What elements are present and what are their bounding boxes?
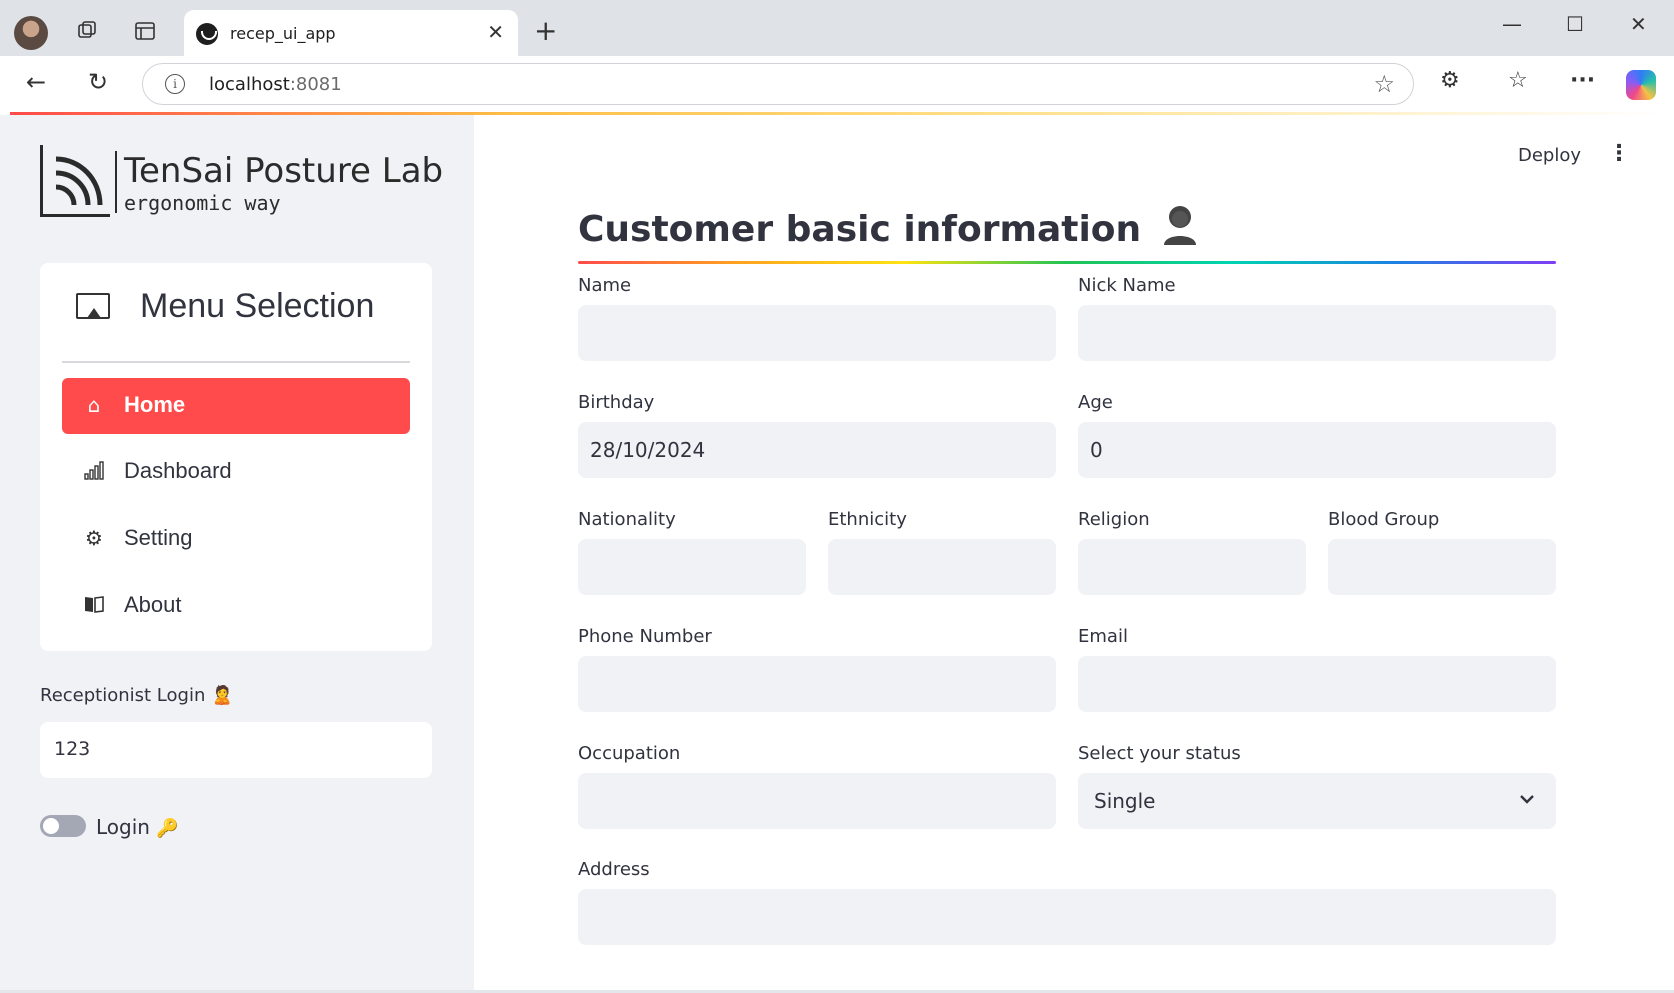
receptionist-login-label: Receptionist Login 🙎: [40, 685, 234, 706]
address-label: Address: [578, 859, 650, 880]
birthday-value: 28/10/2024: [590, 438, 706, 462]
kebab-menu-icon[interactable]: ⋮: [1608, 141, 1630, 166]
key-icon: 🔑: [156, 818, 179, 839]
vertical-tabs-icon[interactable]: [128, 14, 162, 48]
ethnicity-input[interactable]: [828, 539, 1056, 595]
menu-item-label: Dashboard: [124, 458, 232, 483]
address-input[interactable]: [578, 889, 1556, 945]
browser-tab-bar: recep_ui_app ✕ + — ☐ ✕: [0, 0, 1674, 56]
main-content: Deploy ⋮ Customer basic information Name…: [474, 115, 1664, 993]
blood-group-input[interactable]: [1328, 539, 1556, 595]
minimize-icon[interactable]: —: [1502, 12, 1522, 36]
streamlit-favicon-icon: [196, 23, 218, 45]
person-icon: [1163, 206, 1196, 245]
favorites-icon[interactable]: ☆: [1508, 68, 1528, 93]
url-field[interactable]: i localhost:8081 ☆: [142, 63, 1414, 105]
chevron-down-icon: [1518, 789, 1536, 813]
blood-group-label: Blood Group: [1328, 509, 1440, 530]
receptionist-emoji-icon: 🙎: [211, 685, 234, 706]
occupation-label: Occupation: [578, 743, 681, 764]
logo-signal-icon: [55, 156, 103, 206]
more-icon[interactable]: ···: [1570, 68, 1595, 93]
status-select[interactable]: Single: [1078, 773, 1556, 829]
close-icon[interactable]: ✕: [487, 20, 504, 44]
name-label: Name: [578, 275, 632, 296]
sidebar: TenSai Posture Lab ergonomic way Menu Se…: [0, 115, 474, 993]
nationality-input[interactable]: [578, 539, 806, 595]
new-tab-icon[interactable]: +: [534, 14, 557, 47]
page-title: Customer basic information: [578, 203, 1200, 250]
email-input[interactable]: [1078, 656, 1556, 712]
menu-item-label: About: [124, 592, 182, 617]
nickname-input[interactable]: [1078, 305, 1556, 361]
birthday-input[interactable]: 28/10/2024: [578, 422, 1056, 478]
login-toggle-label: Login 🔑: [96, 815, 179, 839]
religion-label: Religion: [1078, 509, 1150, 530]
menu-title: Menu Selection: [140, 287, 375, 325]
window-frame-right: [1664, 112, 1674, 993]
menu-divider: [62, 361, 410, 363]
menu-card: Menu Selection ⌂ Home Dashboard ⚙ Settin…: [40, 263, 432, 651]
browser-tab[interactable]: recep_ui_app ✕: [184, 10, 518, 56]
brand-subtitle: ergonomic way: [124, 191, 281, 215]
login-toggle-text: Login: [96, 815, 150, 839]
deploy-button[interactable]: Deploy: [1518, 145, 1581, 166]
age-label: Age: [1078, 392, 1113, 413]
receptionist-login-value: 123: [54, 738, 91, 760]
tab-title: recep_ui_app: [230, 24, 336, 43]
favorite-star-icon[interactable]: ☆: [1373, 70, 1395, 98]
title-divider: [578, 261, 1556, 264]
menu-item-label: Setting: [124, 525, 193, 550]
status-value: Single: [1094, 789, 1156, 813]
back-icon[interactable]: ←: [26, 68, 46, 96]
gear-icon: ⚙: [85, 526, 103, 550]
ethnicity-label: Ethnicity: [828, 509, 907, 530]
logo-separator: [115, 151, 117, 213]
bar-chart-icon: [82, 459, 106, 483]
age-value: 0: [1090, 438, 1103, 462]
menu-item-home[interactable]: ⌂ Home: [62, 378, 410, 434]
page-title-text: Customer basic information: [578, 209, 1142, 250]
phone-input[interactable]: [578, 656, 1056, 712]
close-window-icon[interactable]: ✕: [1630, 12, 1647, 36]
birthday-label: Birthday: [578, 392, 655, 413]
nickname-label: Nick Name: [1078, 275, 1176, 296]
url-port: :8081: [289, 74, 342, 95]
receptionist-login-text: Receptionist Login: [40, 685, 206, 706]
menu-item-label: Home: [124, 392, 186, 417]
refresh-icon[interactable]: ↻: [88, 68, 108, 96]
house-icon: ⌂: [87, 393, 101, 417]
login-toggle[interactable]: [40, 815, 86, 837]
occupation-input[interactable]: [578, 773, 1056, 829]
status-label: Select your status: [1078, 743, 1241, 764]
menu-item-about[interactable]: About: [62, 578, 410, 634]
age-input[interactable]: 0: [1078, 422, 1556, 478]
extensions-icon[interactable]: ⚙: [1440, 68, 1460, 93]
book-icon: [82, 593, 106, 617]
religion-input[interactable]: [1078, 539, 1306, 595]
menu-item-dashboard[interactable]: Dashboard: [62, 444, 410, 500]
menu-item-setting[interactable]: ⚙ Setting: [62, 511, 410, 567]
address-bar: ← ↻ i localhost:8081 ☆ ⚙ ☆ ···: [0, 56, 1674, 112]
name-input[interactable]: [578, 305, 1056, 361]
workspaces-icon[interactable]: [70, 14, 104, 48]
info-icon[interactable]: i: [165, 74, 185, 94]
brand-title: TenSai Posture Lab: [124, 151, 444, 191]
airplay-icon: [76, 293, 110, 319]
url-host: localhost: [209, 74, 290, 95]
url-text: localhost:8081: [209, 74, 342, 95]
profile-avatar[interactable]: [14, 16, 48, 50]
nationality-label: Nationality: [578, 509, 676, 530]
email-label: Email: [1078, 626, 1128, 647]
maximize-icon[interactable]: ☐: [1566, 12, 1584, 36]
receptionist-login-input[interactable]: 123: [40, 722, 432, 778]
phone-label: Phone Number: [578, 626, 712, 647]
copilot-icon[interactable]: [1626, 70, 1656, 100]
